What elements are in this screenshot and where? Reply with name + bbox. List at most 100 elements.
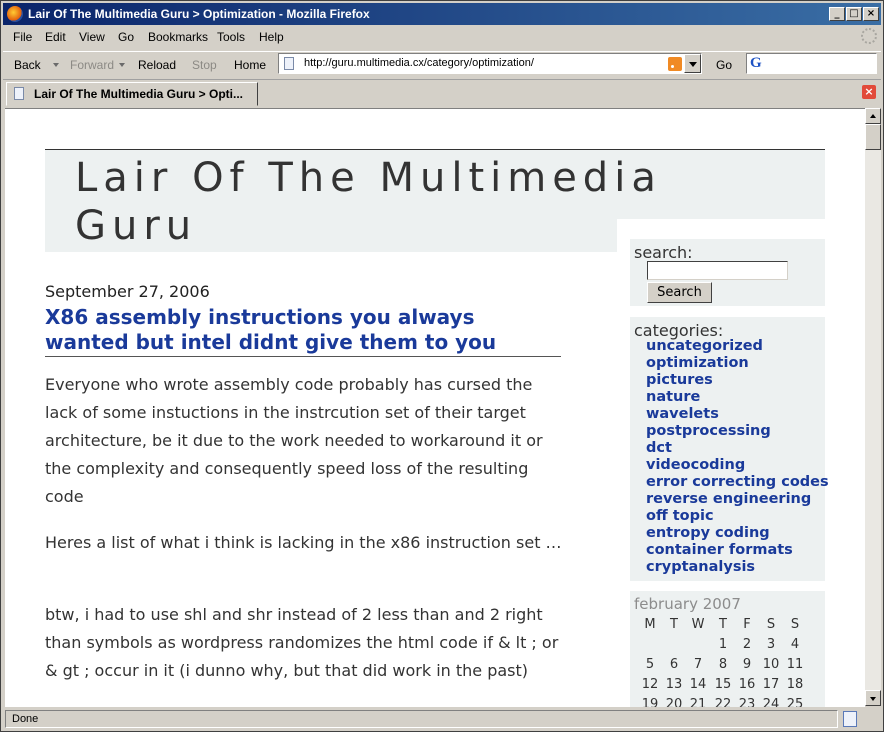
post-title-link[interactable]: X86 assembly instructions you always wan… [45, 305, 561, 357]
throbber-icon [861, 28, 877, 44]
scroll-thumb[interactable] [865, 124, 881, 150]
search-input[interactable] [647, 261, 788, 280]
home-button[interactable]: Home [234, 58, 266, 72]
google-icon[interactable]: G [750, 55, 762, 72]
calendar-weekday: S [766, 617, 776, 632]
category-link[interactable]: reverse engineering [646, 491, 829, 508]
search-box: search: Search [630, 239, 825, 306]
address-bar[interactable]: http://guru.multimedia.cx/category/optim… [278, 53, 702, 74]
post-paragraph: Everyone who wrote assembly code probabl… [45, 375, 543, 506]
page-content: Lair Of The Multimedia Guru September 27… [5, 108, 865, 707]
calendar-day: 8 [718, 657, 728, 672]
page-icon [284, 57, 294, 70]
calendar-day: 6 [669, 657, 679, 672]
calendar-day: 9 [742, 657, 752, 672]
close-window-button[interactable]: × [863, 7, 879, 21]
categories-box: categories: uncategorized optimization pic… [630, 317, 829, 581]
title-bar: Lair Of The Multimedia Guru > Optimizati… [3, 3, 881, 25]
calendar-day: 17 [762, 677, 780, 692]
minimize-button[interactable]: _ [829, 7, 845, 21]
calendar-day: 13 [665, 677, 683, 692]
calendar-day: 23 [738, 697, 756, 707]
calendar-day: 24 [762, 697, 780, 707]
calendar-weekday: F [743, 617, 751, 632]
window-title: Lair Of The Multimedia Guru > Optimizati… [28, 7, 370, 21]
vertical-scrollbar[interactable] [865, 108, 881, 706]
address-dropdown-button[interactable] [684, 54, 701, 73]
menu-go[interactable]: Go [118, 30, 134, 44]
maximize-button[interactable]: □ [846, 7, 862, 21]
category-link[interactable]: off topic [646, 508, 829, 525]
category-link[interactable]: postprocessing [646, 423, 829, 440]
reload-button[interactable]: Reload [138, 58, 176, 72]
category-link[interactable]: videocoding [646, 457, 829, 474]
search-engine-box[interactable]: G [746, 53, 877, 74]
tab-bar: Lair Of The Multimedia Guru > Opti... [3, 79, 881, 108]
calendar-grid: M T W T F S S 1 2 3 4 5 6 7 8 9 10 11 12 13 14 15 16 17 18 19 20 21… [638, 617, 808, 707]
category-link[interactable]: optimization [646, 355, 829, 372]
back-button[interactable]: Back [14, 58, 41, 72]
calendar-day: 4 [790, 637, 800, 652]
menu-edit[interactable]: Edit [45, 30, 66, 44]
category-link[interactable]: wavelets [646, 406, 829, 423]
calendar-week: 5 6 7 8 9 10 11 [638, 657, 808, 677]
calendar-weekday: M [644, 617, 656, 632]
calendar-month: february 2007 [634, 595, 741, 613]
menu-bookmarks[interactable]: Bookmarks [148, 30, 208, 44]
tab-page-icon [14, 87, 24, 100]
calendar-week: 12 13 14 15 16 17 18 [638, 677, 808, 697]
search-button[interactable]: Search [647, 282, 712, 303]
calendar-day: 25 [786, 697, 804, 707]
calendar-week: 1234 [638, 637, 808, 657]
calendar-day: 3 [766, 637, 776, 652]
post-paragraph: Heres a list of what i think is lacking … [45, 533, 562, 552]
category-link[interactable]: container formats [646, 542, 829, 559]
address-url[interactable]: http://guru.multimedia.cx/category/optim… [304, 57, 534, 69]
category-link[interactable]: cryptanalysis [646, 559, 829, 576]
scroll-up-button[interactable] [865, 108, 881, 124]
stop-button[interactable]: Stop [192, 58, 217, 72]
calendar-day: 10 [762, 657, 780, 672]
calendar-weekdays: MTWTFSS [638, 617, 808, 637]
calendar-day: 1 [718, 637, 728, 652]
calendar-day: 14 [689, 677, 707, 692]
menu-tools[interactable]: Tools [217, 30, 245, 44]
scroll-down-button[interactable] [865, 690, 881, 706]
rss-feed-icon[interactable] [668, 57, 682, 71]
menu-bar: File Edit View Go Bookmarks Tools Help [3, 27, 881, 47]
forward-button[interactable]: Forward [70, 58, 114, 72]
calendar-day: 18 [786, 677, 804, 692]
calendar-day: 15 [714, 677, 732, 692]
go-button[interactable]: Go [716, 58, 732, 72]
category-link[interactable]: nature [646, 389, 829, 406]
status-text: Done [5, 710, 838, 728]
calendar-day: 5 [645, 657, 655, 672]
category-link[interactable]: error correcting codes [646, 474, 829, 491]
calendar-weekday: W [691, 617, 705, 632]
close-tab-icon[interactable]: × [862, 85, 876, 99]
menu-help[interactable]: Help [259, 30, 284, 44]
category-link[interactable]: entropy coding [646, 525, 829, 542]
post-paragraph: btw, i had to use shl and shr instead of… [45, 605, 559, 680]
back-dropdown-icon[interactable] [53, 63, 59, 67]
status-bar: Done [3, 708, 881, 730]
category-link[interactable]: dct [646, 440, 829, 457]
calendar-day: 21 [689, 697, 707, 707]
firefox-icon [7, 6, 23, 22]
calendar-weekday: T [670, 617, 678, 632]
calendar-box: february 2007 M T W T F S S 1 2 3 4 5 6 7 8 9 10 11 12 13 14… [630, 591, 825, 707]
search-heading: search: [634, 243, 693, 262]
calendar-day: 11 [786, 657, 804, 672]
calendar-day: 7 [693, 657, 703, 672]
calendar-day: 12 [641, 677, 659, 692]
menu-file[interactable]: File [13, 30, 32, 44]
post-date: September 27, 2006 [45, 282, 210, 301]
menu-view[interactable]: View [79, 30, 105, 44]
forward-dropdown-icon[interactable] [119, 63, 125, 67]
tab-active[interactable]: Lair Of The Multimedia Guru > Opti... [6, 82, 258, 106]
calendar-day: 2 [742, 637, 752, 652]
category-link[interactable]: pictures [646, 372, 829, 389]
categories-list: uncategorized optimization pictures nature w… [646, 338, 829, 576]
page-info-icon[interactable] [843, 711, 857, 727]
category-link[interactable]: uncategorized [646, 338, 829, 355]
